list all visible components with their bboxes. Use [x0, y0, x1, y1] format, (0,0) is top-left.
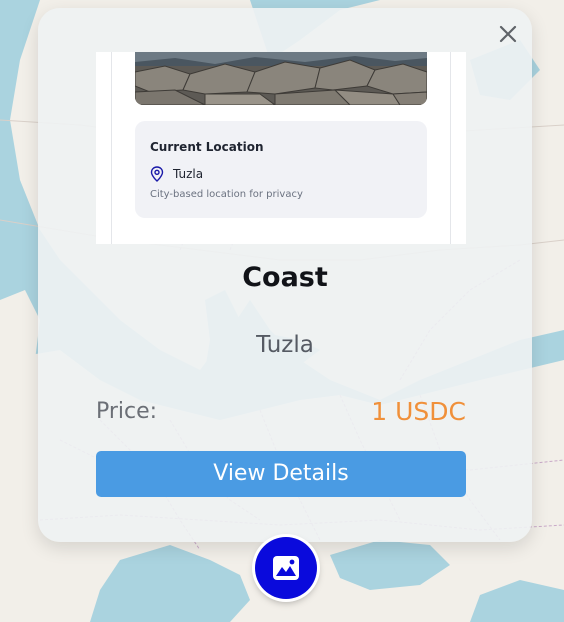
close-button[interactable]: [496, 22, 520, 46]
current-location-panel: Current Location Tuzla City-based locati…: [135, 121, 427, 218]
listing-photo: [135, 52, 427, 105]
view-details-button[interactable]: View Details: [96, 451, 466, 497]
price-label: Price:: [96, 399, 158, 424]
preview-divider-right: [450, 52, 451, 244]
listing-location: Tuzla: [256, 332, 314, 358]
image-gallery-button[interactable]: [255, 537, 317, 599]
close-icon: [499, 25, 517, 43]
map-pin-icon: [150, 166, 164, 182]
location-title: Current Location: [150, 140, 264, 154]
listing-popup-card: Current Location Tuzla City-based locati…: [38, 8, 532, 542]
location-name: Tuzla: [173, 167, 204, 181]
listing-title: Coast: [242, 262, 328, 293]
listing-preview-screenshot: Current Location Tuzla City-based locati…: [96, 52, 466, 244]
price-value: 1 USDC: [371, 397, 466, 426]
location-privacy-note: City-based location for privacy: [150, 189, 303, 200]
image-gallery-icon: [273, 556, 299, 580]
preview-divider-left: [111, 52, 112, 244]
